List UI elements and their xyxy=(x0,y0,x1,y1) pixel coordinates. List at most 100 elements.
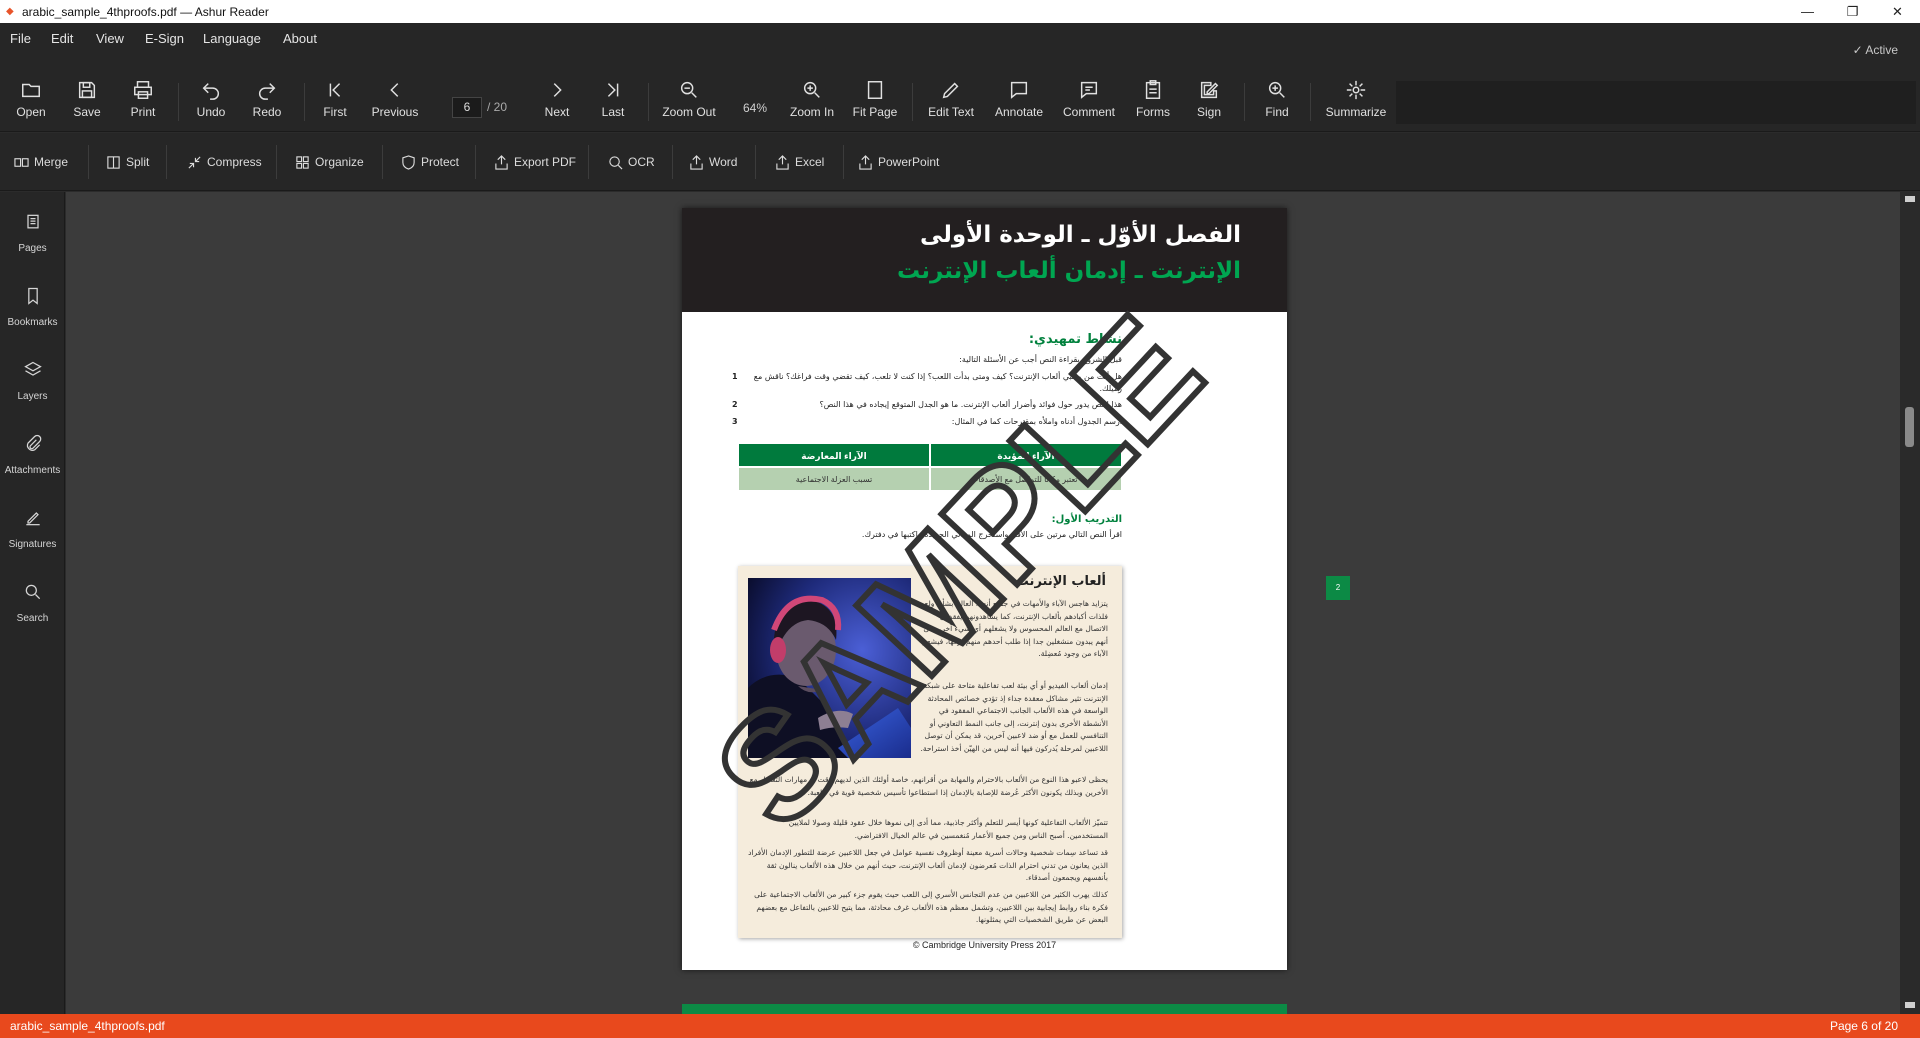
save-label: Save xyxy=(73,105,101,119)
organize-button[interactable]: Organize xyxy=(295,153,364,171)
gamer-photo xyxy=(748,578,911,758)
sign-button[interactable]: Sign xyxy=(1180,79,1238,119)
article-box: ألعاب الإنترنت يتزايد هاجس الآباء والأمه… xyxy=(738,566,1122,938)
forms-button[interactable]: Forms xyxy=(1124,79,1182,119)
drill-text: اقرأ النص التالي مرتين على الأقل واستخرج… xyxy=(861,530,1122,539)
folder-icon xyxy=(22,83,40,98)
question-text: هذا النص يدور حول فوائد وأضرار ألعاب الإ… xyxy=(819,400,1122,409)
question-text: هل أنت من محبي ألعاب الإنترنت؟ كيف ومتى … xyxy=(753,372,1122,393)
redo-icon xyxy=(259,83,276,100)
edit-text-button[interactable]: Edit Text xyxy=(922,79,980,119)
opinions-table: الآراء المؤيدة الآراء المعارضة تعتبر مكا… xyxy=(738,443,1122,491)
document-viewer[interactable]: الفصل الأوّل ـ الوحدة الأولى الإنترنت ـ … xyxy=(66,192,1900,1014)
compress-button[interactable]: Compress xyxy=(187,153,262,171)
menu-file[interactable]: File xyxy=(10,31,31,46)
word-label: Word xyxy=(709,155,738,169)
annotate-button[interactable]: Annotate xyxy=(990,79,1048,119)
convert-divider xyxy=(843,145,844,179)
save-button[interactable]: Save xyxy=(58,79,116,119)
word-button[interactable]: Word xyxy=(689,153,737,171)
convert-divider xyxy=(276,145,277,179)
chapter-title: الفصل الأوّل ـ الوحدة الأولى xyxy=(919,222,1241,248)
menu-edit[interactable]: Edit xyxy=(51,31,73,46)
first-page-icon xyxy=(329,83,341,97)
split-icon xyxy=(107,155,120,169)
sidebar-item-bookmarks[interactable]: Bookmarks xyxy=(0,286,65,328)
sidebar-label: Signatures xyxy=(8,539,57,550)
ocr-button[interactable]: OCR xyxy=(608,153,655,171)
last-page-icon xyxy=(607,83,619,97)
vertical-scrollbar[interactable] xyxy=(1900,192,1920,1014)
menu-about[interactable]: About xyxy=(283,31,317,46)
sparkle-icon xyxy=(1346,80,1366,100)
section-title: نشاط تمهيدي: xyxy=(1028,332,1122,347)
find-icon xyxy=(1268,81,1285,98)
powerpoint-button[interactable]: PowerPoint xyxy=(858,153,939,171)
split-button[interactable]: Split xyxy=(106,153,149,171)
undo-label: Undo xyxy=(196,105,226,119)
next-page-button[interactable]: Next xyxy=(528,79,586,119)
intro-text: قبل الشروع بقراءة النص أجب عن الأسئلة ال… xyxy=(959,355,1122,364)
last-page-button[interactable]: Last xyxy=(584,79,642,119)
print-label: Print xyxy=(130,105,156,119)
scroll-up-arrow[interactable] xyxy=(1905,196,1915,202)
export-pdf-button[interactable]: Export PDF xyxy=(494,153,576,171)
window-title: arabic_sample_4thproofs.pdf — Ashur Read… xyxy=(22,4,269,19)
summarize-button[interactable]: Summarize xyxy=(1326,79,1386,119)
copyright-notice: © Cambridge University Press 2017 xyxy=(912,940,1057,950)
zoom-out-button[interactable]: Zoom Out xyxy=(660,79,718,119)
edit-text-label: Edit Text xyxy=(928,105,974,119)
table-row: تعتبر مكاناً للتواصل مع الأصدقاء تسبب ال… xyxy=(738,467,1122,491)
comment-icon xyxy=(1080,81,1098,99)
previous-page-button[interactable]: Previous xyxy=(366,79,424,119)
scroll-thumb[interactable] xyxy=(1905,407,1914,447)
find-button[interactable]: Find xyxy=(1248,79,1306,119)
print-button[interactable]: Print xyxy=(114,79,172,119)
first-page-button[interactable]: First xyxy=(306,79,364,119)
menu-bar: File Edit View E-Sign Language About ✓ A… xyxy=(0,23,1920,73)
sidebar-item-signatures[interactable]: Signatures xyxy=(0,508,65,550)
sidebar-item-layers[interactable]: Layers xyxy=(0,360,65,402)
page-number-input[interactable]: 6 xyxy=(452,97,482,118)
redo-button[interactable]: Redo xyxy=(238,79,296,119)
menu-language[interactable]: Language xyxy=(203,31,261,46)
fit-page-button[interactable]: Fit Page xyxy=(846,79,904,119)
zoom-level[interactable]: 64% xyxy=(743,101,767,115)
zoom-in-button[interactable]: Zoom In xyxy=(783,79,841,119)
layers-icon xyxy=(23,361,42,376)
open-button[interactable]: Open xyxy=(2,79,60,119)
undo-button[interactable]: Undo xyxy=(182,79,240,119)
annotate-label: Annotate xyxy=(994,105,1044,119)
close-button[interactable]: ✕ xyxy=(1875,0,1920,23)
merge-button[interactable]: Merge xyxy=(14,153,68,171)
toolbar-divider xyxy=(912,83,913,121)
status-bar: arabic_sample_4thproofs.pdf Page 6 of 20 xyxy=(0,1014,1920,1038)
protect-button[interactable]: Protect xyxy=(401,153,459,171)
sidebar-item-search[interactable]: Search xyxy=(0,582,65,624)
toolbar-divider xyxy=(304,83,305,121)
redo-label: Redo xyxy=(252,105,282,119)
ocr-label: OCR xyxy=(628,155,655,169)
restore-button[interactable]: ❐ xyxy=(1830,0,1875,23)
scroll-down-arrow[interactable] xyxy=(1905,1002,1915,1008)
menu-view[interactable]: View xyxy=(96,31,124,46)
powerpoint-label: PowerPoint xyxy=(878,155,940,169)
sidebar-item-pages[interactable]: Pages xyxy=(0,212,65,254)
table-header-row: الآراء المؤيدة الآراء المعارضة xyxy=(738,443,1122,467)
article-paragraph: قد تساعد سِمات شخصية وحالات أسرية معينة … xyxy=(748,848,1108,882)
menu-esign[interactable]: E-Sign xyxy=(145,31,184,46)
protect-label: Protect xyxy=(421,155,460,169)
page-number-tab: 2 xyxy=(1326,576,1350,600)
comment-button[interactable]: Comment xyxy=(1060,79,1118,119)
organize-label: Organize xyxy=(315,155,364,169)
printer-icon xyxy=(134,81,152,99)
convert-divider xyxy=(588,145,589,179)
merge-label: Merge xyxy=(34,155,69,169)
save-icon xyxy=(78,81,96,99)
chapter-subtitle: الإنترنت ـ إدمان ألعاب الإنترنت xyxy=(897,258,1241,284)
split-label: Split xyxy=(126,155,150,169)
export-icon xyxy=(495,154,508,170)
sidebar-item-attachments[interactable]: Attachments xyxy=(0,434,65,476)
minimize-button[interactable]: — xyxy=(1785,0,1830,23)
excel-button[interactable]: Excel xyxy=(775,153,824,171)
